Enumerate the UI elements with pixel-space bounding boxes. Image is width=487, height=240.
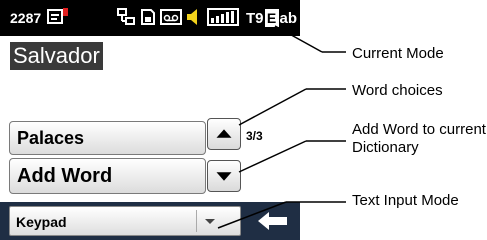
callout-text-input-mode: Text Input Mode [352, 192, 459, 209]
callout-word-choices: Word choices [352, 82, 443, 99]
callout-add-word: Add Word to current Dictionary [352, 121, 486, 156]
callout-current-mode: Current Mode [352, 45, 444, 62]
